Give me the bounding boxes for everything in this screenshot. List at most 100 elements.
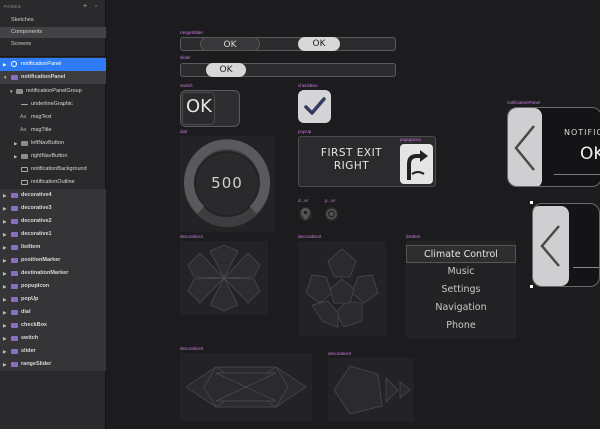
- artboard-label-rangeslider[interactable]: rangeSlider: [180, 30, 203, 35]
- checkbox-control[interactable]: [298, 90, 331, 123]
- layer-decorative2[interactable]: ▶ decorative2: [0, 215, 106, 228]
- notification-panel-artboard[interactable]: NOTIFICATI OK: [507, 107, 600, 187]
- list-item-music[interactable]: Music: [406, 263, 516, 281]
- layer-msgtext[interactable]: Aa msgText: [0, 111, 106, 124]
- layer-rightnavbutton[interactable]: ▶ rightNavButton: [0, 150, 106, 163]
- selection-handle[interactable]: [530, 285, 533, 288]
- decorative4-artboard[interactable]: [328, 358, 414, 422]
- artboard-label-destinationmarker[interactable]: d...er: [298, 198, 308, 203]
- destination-marker-artboard[interactable]: [299, 207, 312, 221]
- slider-thumb[interactable]: OK: [206, 63, 246, 77]
- expand-arrow-icon[interactable]: ▶: [3, 254, 6, 267]
- artboard-label-popupicon[interactable]: popupIcon: [400, 137, 421, 142]
- expand-arrow-icon[interactable]: ▶: [3, 345, 6, 358]
- folder-icon: [16, 89, 23, 94]
- collapse-arrow-icon[interactable]: ▼: [3, 71, 7, 84]
- page-item-components[interactable]: Components: [0, 27, 106, 38]
- design-canvas[interactable]: rangeSlider OK OK slider OK switch OK ch…: [106, 0, 600, 429]
- expand-arrow-icon[interactable]: ▶: [3, 189, 6, 202]
- artboard-label-listitem[interactable]: listItem: [406, 234, 420, 239]
- dial-artboard[interactable]: 500: [180, 136, 274, 232]
- artboard-icon: [11, 284, 18, 289]
- artboard-icon: [11, 75, 18, 80]
- artboard-label-decorative1[interactable]: decorative1: [180, 234, 203, 239]
- layer-switch[interactable]: ▶ switch: [0, 332, 106, 345]
- position-dot-icon: [326, 208, 337, 220]
- expand-arrow-icon[interactable]: ▶: [3, 280, 6, 293]
- exit-right-arrow-icon: [407, 150, 428, 180]
- artboard-label-dial[interactable]: dial: [180, 129, 187, 134]
- layer-listitem[interactable]: ▶ listItem: [0, 241, 106, 254]
- layer-popupicon[interactable]: ▶ popupIcon: [0, 280, 106, 293]
- expand-arrow-icon[interactable]: ▶: [14, 137, 17, 150]
- expand-arrow-icon[interactable]: ▶: [3, 319, 6, 332]
- popup-message: FIRST EXIT RIGHT: [304, 147, 399, 173]
- selection-handle[interactable]: [530, 201, 533, 204]
- list-item-climate-control[interactable]: Climate Control: [406, 245, 516, 263]
- list-item-settings[interactable]: Settings: [406, 281, 516, 299]
- expand-arrow-icon[interactable]: ▶: [3, 306, 6, 319]
- layer-decorative4[interactable]: ▶ decorative4: [0, 189, 106, 202]
- artboard-label-notificationpanel[interactable]: notificationPanel: [507, 100, 540, 105]
- artboard-label-decorative4[interactable]: decorative4: [328, 351, 351, 356]
- list-item-navigation[interactable]: Navigation: [406, 299, 516, 317]
- layer-notificationoutline[interactable]: notificationOutline: [0, 176, 106, 189]
- page-item-sketches[interactable]: Sketches: [0, 15, 106, 26]
- artboard-label-slider[interactable]: slider: [180, 55, 191, 60]
- layer-destinationmarker[interactable]: ▶ destinationMarker: [0, 267, 106, 280]
- expand-arrow-icon[interactable]: ▶: [3, 293, 6, 306]
- expand-arrow-icon[interactable]: ▶: [3, 332, 6, 345]
- layer-checkbox[interactable]: ▶ checkBox: [0, 319, 106, 332]
- artboard-label-popup[interactable]: popUp: [298, 129, 311, 134]
- layer-positionmarker[interactable]: ▶ positionMarker: [0, 254, 106, 267]
- left-nav-button[interactable]: [533, 206, 569, 286]
- layer-slider[interactable]: ▶ slider: [0, 345, 106, 358]
- position-marker-artboard[interactable]: [325, 207, 338, 221]
- decorative2-artboard[interactable]: [298, 241, 386, 336]
- layer-notificationpanel-symbol[interactable]: ▶ notificationPanel: [0, 58, 106, 71]
- expand-arrow-icon[interactable]: ▶: [3, 228, 6, 241]
- notification-panel-instance[interactable]: [532, 203, 600, 287]
- layer-decorative3[interactable]: ▶ decorative3: [0, 202, 106, 215]
- artboard-icon: [11, 258, 18, 263]
- artboard-label-decorative3[interactable]: decorative3: [180, 346, 203, 351]
- expand-arrow-icon[interactable]: ▶: [3, 358, 6, 371]
- checkmark-icon: [304, 97, 326, 115]
- layer-rangeslider[interactable]: ▶ rangeSlider: [0, 358, 106, 371]
- collapse-arrow-icon[interactable]: ▼: [9, 85, 13, 98]
- switch-control[interactable]: OK: [180, 90, 240, 127]
- range-slider-high-thumb[interactable]: OK: [298, 37, 340, 51]
- layer-notificationpanelgroup[interactable]: ▼ notificationPanelGroup: [0, 85, 106, 98]
- layer-notificationpanel-artboard[interactable]: ▼ notificationPanel: [0, 71, 106, 84]
- expand-arrow-icon[interactable]: ▶: [14, 150, 17, 163]
- list-item-phone[interactable]: Phone: [406, 317, 516, 335]
- left-nav-button[interactable]: [508, 108, 542, 186]
- artboard-label-switch[interactable]: switch: [180, 83, 193, 88]
- page-item-screens[interactable]: Screens: [0, 39, 106, 50]
- artboard-label-positionmarker[interactable]: p...er: [325, 198, 335, 203]
- layer-underlinegraphic[interactable]: underlineGraphic: [0, 98, 106, 111]
- expand-arrow-icon[interactable]: ▶: [3, 215, 6, 228]
- underline-graphic: [554, 174, 600, 175]
- artboard-label-decorative2[interactable]: decorative2: [298, 234, 321, 239]
- expand-arrow-icon[interactable]: ▶: [3, 202, 6, 215]
- decorative3-artboard[interactable]: [180, 353, 312, 421]
- layer-msgtitle[interactable]: Aa msgTitle: [0, 124, 106, 137]
- artboard-label-checkbox[interactable]: checkBox: [298, 83, 318, 88]
- decorative-arrow-graphic: [333, 365, 411, 415]
- collapse-icon[interactable]: ⌃: [94, 5, 98, 11]
- expand-arrow-icon[interactable]: ▶: [3, 241, 6, 254]
- decorative1-artboard[interactable]: [180, 241, 268, 315]
- layer-decorative1[interactable]: ▶ decorative1: [0, 228, 106, 241]
- layer-popup[interactable]: ▶ popUp: [0, 293, 106, 306]
- expand-arrow-icon[interactable]: ▶: [3, 58, 6, 71]
- popup-icon-artboard[interactable]: [400, 144, 433, 184]
- range-slider-low-thumb[interactable]: OK: [200, 37, 260, 51]
- layer-dial[interactable]: ▶ dial: [0, 306, 106, 319]
- list-item-artboard[interactable]: Climate Control Music Settings Navigatio…: [406, 241, 516, 338]
- expand-arrow-icon[interactable]: ▶: [3, 267, 6, 280]
- add-page-icon[interactable]: +: [83, 3, 87, 10]
- layer-notificationbackground[interactable]: notificationBackground: [0, 163, 106, 176]
- layers-sidebar: PAGES + ⌃ Sketches Components Screens ▶ …: [0, 0, 106, 429]
- layer-leftnavbutton[interactable]: ▶ leftNavButton: [0, 137, 106, 150]
